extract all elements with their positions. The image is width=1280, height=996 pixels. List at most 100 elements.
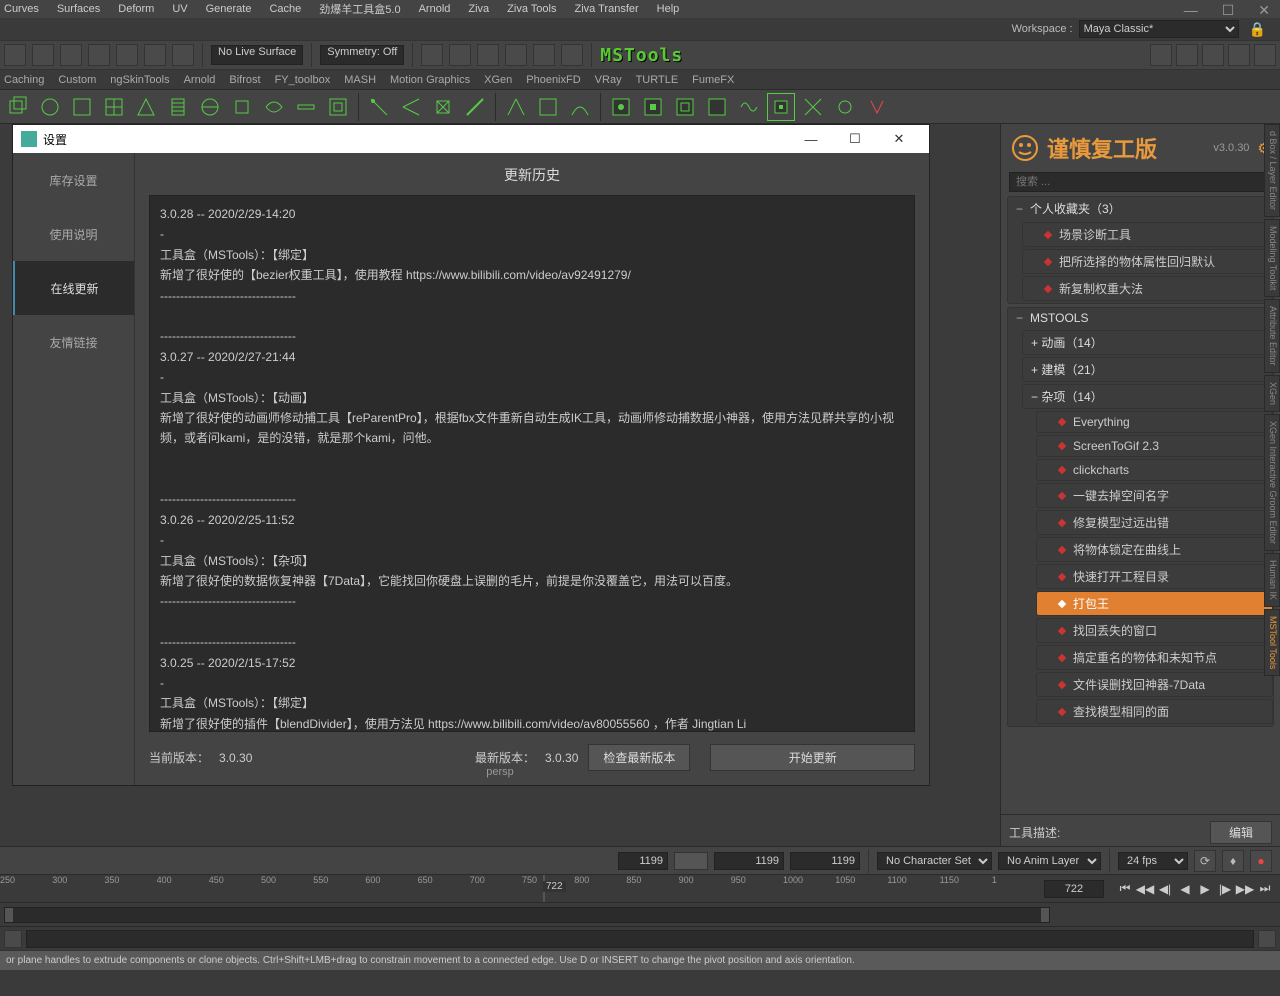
shelf-tool-icon[interactable]	[639, 93, 667, 121]
shelf-tool-icon[interactable]	[429, 93, 457, 121]
shelf-tool-icon[interactable]	[260, 93, 288, 121]
shelf-tool-icon[interactable]	[607, 93, 635, 121]
workspace-select[interactable]: Maya Classic*	[1079, 20, 1239, 38]
live-surface-dropdown[interactable]: No Live Surface	[211, 45, 303, 65]
tree-item[interactable]: 将物体锁定在曲线上	[1036, 537, 1273, 562]
range-handle-right[interactable]	[1041, 908, 1049, 922]
shelf-tool-icon[interactable]	[534, 93, 562, 121]
shelf-tab[interactable]: FY_toolbox	[275, 74, 331, 86]
shelf-tool-icon[interactable]	[397, 93, 425, 121]
layout-icon[interactable]	[1202, 44, 1224, 66]
menu-item[interactable]: Generate	[206, 3, 252, 15]
shelf-tab[interactable]: XGen	[484, 74, 512, 86]
shelf-tab[interactable]: FumeFX	[692, 74, 734, 86]
play-back-icon[interactable]: ◀	[1176, 880, 1194, 898]
minimize-icon[interactable]: —	[1184, 2, 1198, 19]
step-back-icon[interactable]: ◀◀	[1136, 880, 1154, 898]
shelf-tool-icon[interactable]	[228, 93, 256, 121]
shelf-tool-icon[interactable]	[100, 93, 128, 121]
anim-layer-dropdown[interactable]: No Anim Layer	[998, 852, 1101, 870]
tool-icon[interactable]	[505, 44, 527, 66]
tree-group-mstools[interactable]: −MSTOOLS	[1008, 308, 1273, 328]
right-tab[interactable]: XGen Interactive Groom Editor	[1264, 414, 1280, 551]
tree-item[interactable]: 搞定重名的物体和未知节点	[1036, 645, 1273, 670]
tree-item[interactable]: 查找模型相同的面	[1036, 699, 1273, 724]
shelf-tool-icon[interactable]	[767, 93, 795, 121]
sidebar-item-manual[interactable]: 使用说明	[13, 207, 134, 261]
menu-item[interactable]: 劲爆羊工具盒5.0	[319, 1, 400, 17]
step-forward-icon[interactable]: ▶▶	[1236, 880, 1254, 898]
shelf-tool-icon[interactable]	[365, 93, 393, 121]
prev-frame-icon[interactable]: ◀|	[1156, 880, 1174, 898]
ruler-track[interactable]: 2503003504004505005506006507007508008509…	[0, 875, 1044, 903]
edit-button[interactable]: 编辑	[1210, 821, 1272, 844]
tool-icon[interactable]	[4, 44, 26, 66]
tree-item[interactable]: clickcharts	[1036, 459, 1273, 481]
tree-item[interactable]: Everything	[1036, 411, 1273, 433]
shelf-tool-icon[interactable]	[36, 93, 64, 121]
shelf-tool-icon[interactable]	[461, 93, 489, 121]
tree-item[interactable]: 把所选择的物体属性回归默认	[1022, 249, 1273, 274]
tree-group-favorites[interactable]: −个人收藏夹（3）	[1008, 197, 1273, 220]
tree-item-selected[interactable]: 打包王	[1036, 591, 1273, 616]
menu-item[interactable]: Curves	[4, 3, 39, 15]
menu-item[interactable]: Help	[657, 3, 680, 15]
shelf-tool-icon[interactable]	[68, 93, 96, 121]
tree-subgroup-anim[interactable]: + 动画（14）	[1022, 330, 1273, 355]
dialog-titlebar[interactable]: 设置 — ☐ ✕	[13, 125, 929, 153]
shelf-tab[interactable]: TURTLE	[636, 74, 679, 86]
frame-input-a[interactable]	[618, 852, 668, 870]
symmetry-dropdown[interactable]: Symmetry: Off	[320, 45, 404, 65]
shelf-tab[interactable]: Motion Graphics	[390, 74, 470, 86]
command-input[interactable]	[26, 930, 1254, 948]
sidebar-item-links[interactable]: 友情链接	[13, 315, 134, 369]
right-tab[interactable]: Modeling Toolkit	[1264, 219, 1280, 297]
tree-subgroup-model[interactable]: + 建模（21）	[1022, 357, 1273, 382]
frame-input-b[interactable]	[714, 852, 784, 870]
maximize-icon[interactable]: ☐	[1222, 2, 1235, 19]
shelf-tool-icon[interactable]	[671, 93, 699, 121]
shelf-tab[interactable]: Custom	[58, 74, 96, 86]
shelf-tool-icon[interactable]	[4, 93, 32, 121]
sidebar-item-storage[interactable]: 库存设置	[13, 153, 134, 207]
tool-icon[interactable]	[88, 44, 110, 66]
goto-frame-input[interactable]	[1044, 880, 1104, 898]
tool-icon[interactable]	[116, 44, 138, 66]
shelf-tab[interactable]: VRay	[595, 74, 622, 86]
dialog-minimize-icon[interactable]: —	[789, 125, 833, 153]
layout-icon[interactable]	[1176, 44, 1198, 66]
menu-item[interactable]: Ziva Tools	[507, 3, 556, 15]
tree-item[interactable]: ScreenToGif 2.3	[1036, 435, 1273, 457]
dialog-close-icon[interactable]: ✕	[877, 125, 921, 153]
range-slider[interactable]	[0, 902, 1280, 926]
menu-item[interactable]: Deform	[118, 3, 154, 15]
shelf-tool-icon[interactable]	[566, 93, 594, 121]
tree-item[interactable]: 文件误删找回神器-7Data	[1036, 672, 1273, 697]
right-tab[interactable]: Attribute Editor	[1264, 299, 1280, 373]
sidebar-item-update[interactable]: 在线更新	[13, 261, 134, 315]
tool-icon[interactable]	[172, 44, 194, 66]
key-icon[interactable]: ♦	[1222, 850, 1244, 872]
shelf-tool-icon[interactable]	[735, 93, 763, 121]
layout-icon[interactable]	[1150, 44, 1172, 66]
shelf-tool-icon[interactable]	[164, 93, 192, 121]
shelf-tab[interactable]: Arnold	[184, 74, 216, 86]
start-update-button[interactable]: 开始更新	[710, 744, 915, 771]
right-tab[interactable]: XGen	[1264, 375, 1280, 412]
time-slider-icon[interactable]	[674, 852, 708, 870]
play-forward-icon[interactable]: ▶	[1196, 880, 1214, 898]
tool-tree[interactable]: −个人收藏夹（3） 场景诊断工具 把所选择的物体属性回归默认 新复制权重大法 −…	[1001, 196, 1280, 814]
tree-item[interactable]: 新复制权重大法	[1022, 276, 1273, 301]
sync-icon[interactable]: ⟳	[1194, 850, 1216, 872]
time-ruler[interactable]: 2503003504004505005506006507007508008509…	[0, 874, 1280, 902]
tool-icon[interactable]	[477, 44, 499, 66]
tree-item[interactable]: 场景诊断工具	[1022, 222, 1273, 247]
range-handle-left[interactable]	[5, 908, 13, 922]
tool-icon[interactable]	[449, 44, 471, 66]
character-set-dropdown[interactable]: No Character Set	[877, 852, 992, 870]
tool-icon[interactable]	[421, 44, 443, 66]
play-icon[interactable]	[533, 44, 555, 66]
shelf-tab[interactable]: ngSkinTools	[110, 74, 169, 86]
shelf-tool-icon[interactable]	[324, 93, 352, 121]
menu-item[interactable]: Surfaces	[57, 3, 100, 15]
